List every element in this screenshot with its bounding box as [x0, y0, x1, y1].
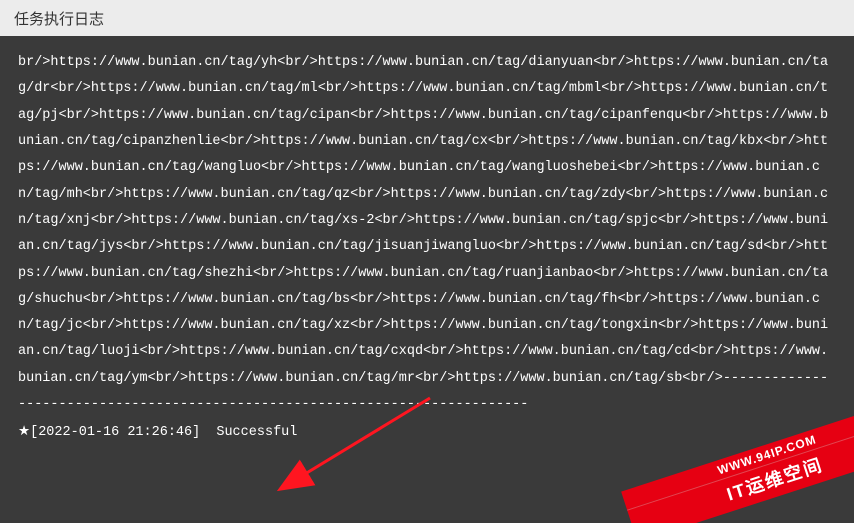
log-status-line: ★[2022-01-16 21:26:46] Successful	[18, 420, 836, 446]
log-output[interactable]: br/>https://www.bunian.cn/tag/yh<br/>htt…	[0, 36, 854, 523]
star-icon: ★	[18, 425, 30, 440]
log-text: br/>https://www.bunian.cn/tag/yh<br/>htt…	[18, 55, 828, 412]
log-timestamp: [2022-01-16 21:26:46]	[30, 425, 200, 440]
log-status: Successful	[216, 425, 297, 440]
log-panel-header: 任务执行日志	[0, 0, 854, 36]
log-panel-title: 任务执行日志	[14, 8, 104, 29]
